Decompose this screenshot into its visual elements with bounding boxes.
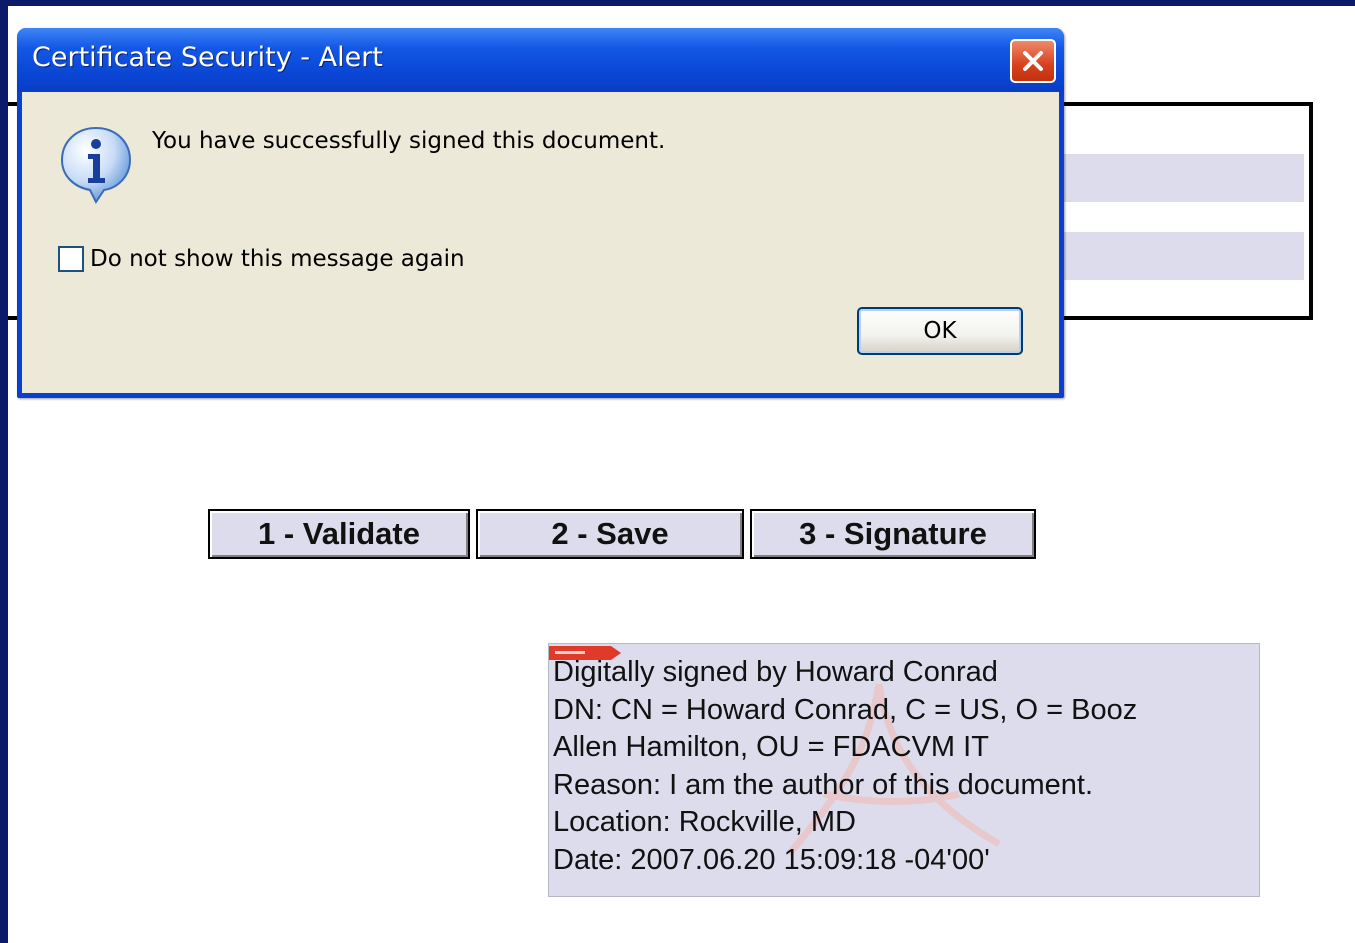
certificate-alert-dialog: Certificate Security - Alert You have su… [17,28,1064,398]
dialog-body: You have successfully signed this docume… [22,92,1059,393]
signature-line: Date: 2007.06.20 15:09:18 -04'00' [553,843,990,876]
dont-show-again-label[interactable]: Do not show this message again [90,246,465,272]
dont-show-again-checkbox[interactable] [58,246,84,272]
signature-line: Reason: I am the author of this document… [553,768,1094,801]
signature-button[interactable]: 3 - Signature [750,509,1036,559]
window-frame-top [0,0,1355,6]
info-icon [60,126,132,204]
ok-button[interactable]: OK [857,307,1023,355]
validate-button[interactable]: 1 - Validate [208,509,470,559]
close-icon [1023,51,1043,71]
action-button-row: 1 - Validate 2 - Save 3 - Signature [208,509,1036,559]
window-frame-left [0,0,8,943]
signature-line: Allen Hamilton, OU = FDACVM IT [553,731,989,763]
close-button[interactable] [1010,39,1056,83]
dialog-message: You have successfully signed this docume… [152,128,666,154]
background-form-row [1064,232,1304,280]
digital-signature-field[interactable]: Digitally signed by Howard Conrad DN: CN… [548,643,1260,897]
background-form-row [1064,154,1304,202]
signature-line: Digitally signed by Howard Conrad [553,656,998,688]
signature-details: Digitally signed by Howard Conrad DN: CN… [553,654,1137,879]
dialog-title: Certificate Security - Alert [32,42,383,73]
signature-line: DN: CN = Howard Conrad, C = US, O = Booz [553,693,1138,726]
save-button[interactable]: 2 - Save [476,509,744,559]
dont-show-again-option[interactable]: Do not show this message again [58,246,465,272]
signature-line: Location: Rockville, MD [553,806,856,838]
dialog-title-bar[interactable]: Certificate Security - Alert [17,28,1064,92]
